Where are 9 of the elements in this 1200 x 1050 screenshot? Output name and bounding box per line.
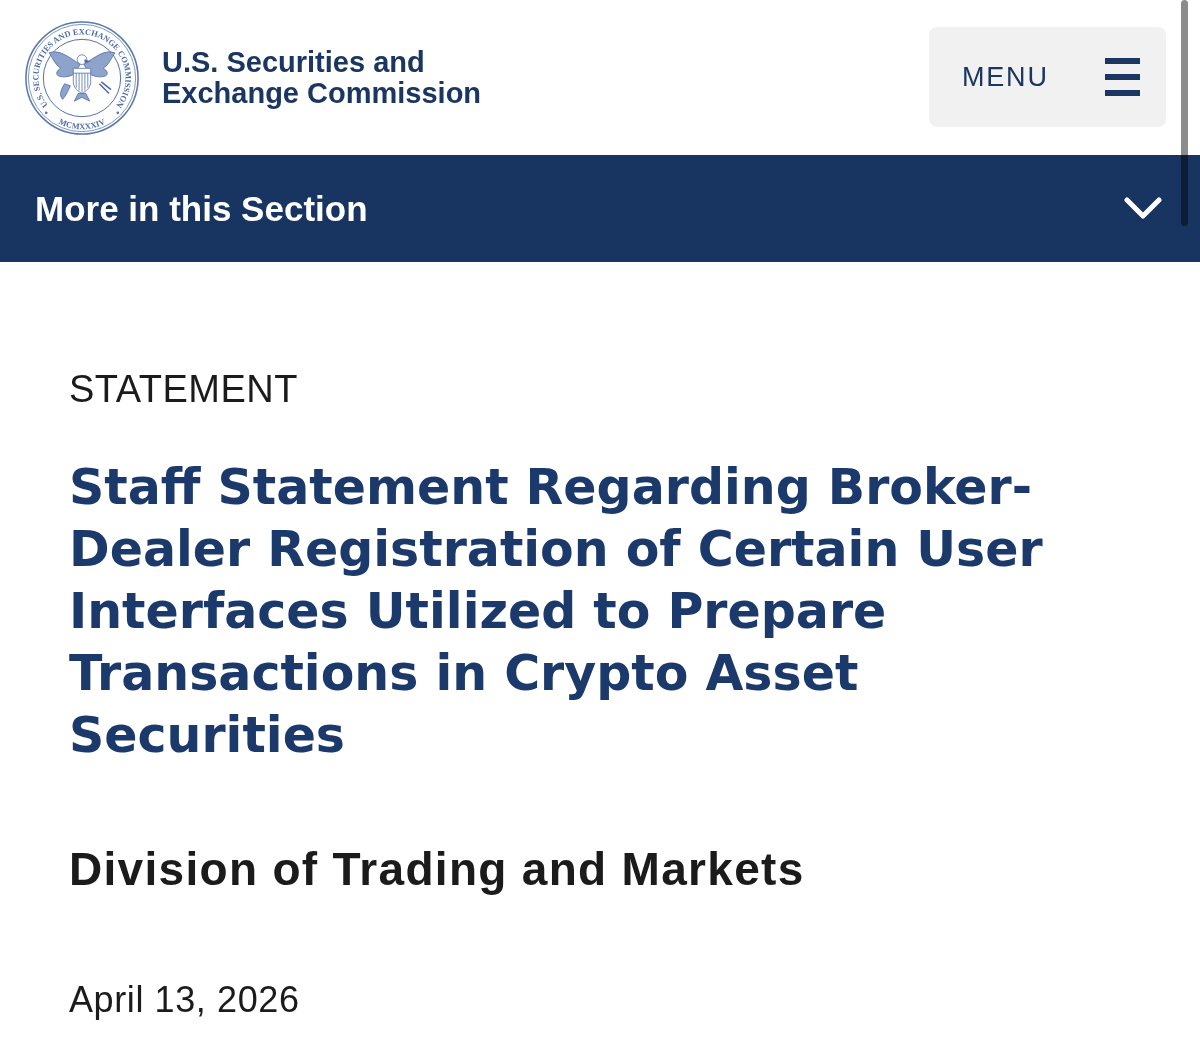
menu-icon [1105,58,1140,96]
menu-button[interactable]: MENU [929,27,1166,127]
article-date: April 13, 2026 [69,979,301,1021]
article-title: Staff Statement Regarding Broker-Dealer Registration of Certain User Interfaces Utilized to Prepare Transactions in Crypto Asset Securities [69,458,1044,766]
agency-name[interactable]: U.S. Securities and Exchange Commission [162,46,502,109]
section-nav-toggle[interactable]: More in this Section [0,155,1200,262]
scrollbar-thumb[interactable] [1181,0,1188,226]
article-author: Division of Trading and Markets [69,842,806,896]
content-type-label: STATEMENT [69,367,299,411]
